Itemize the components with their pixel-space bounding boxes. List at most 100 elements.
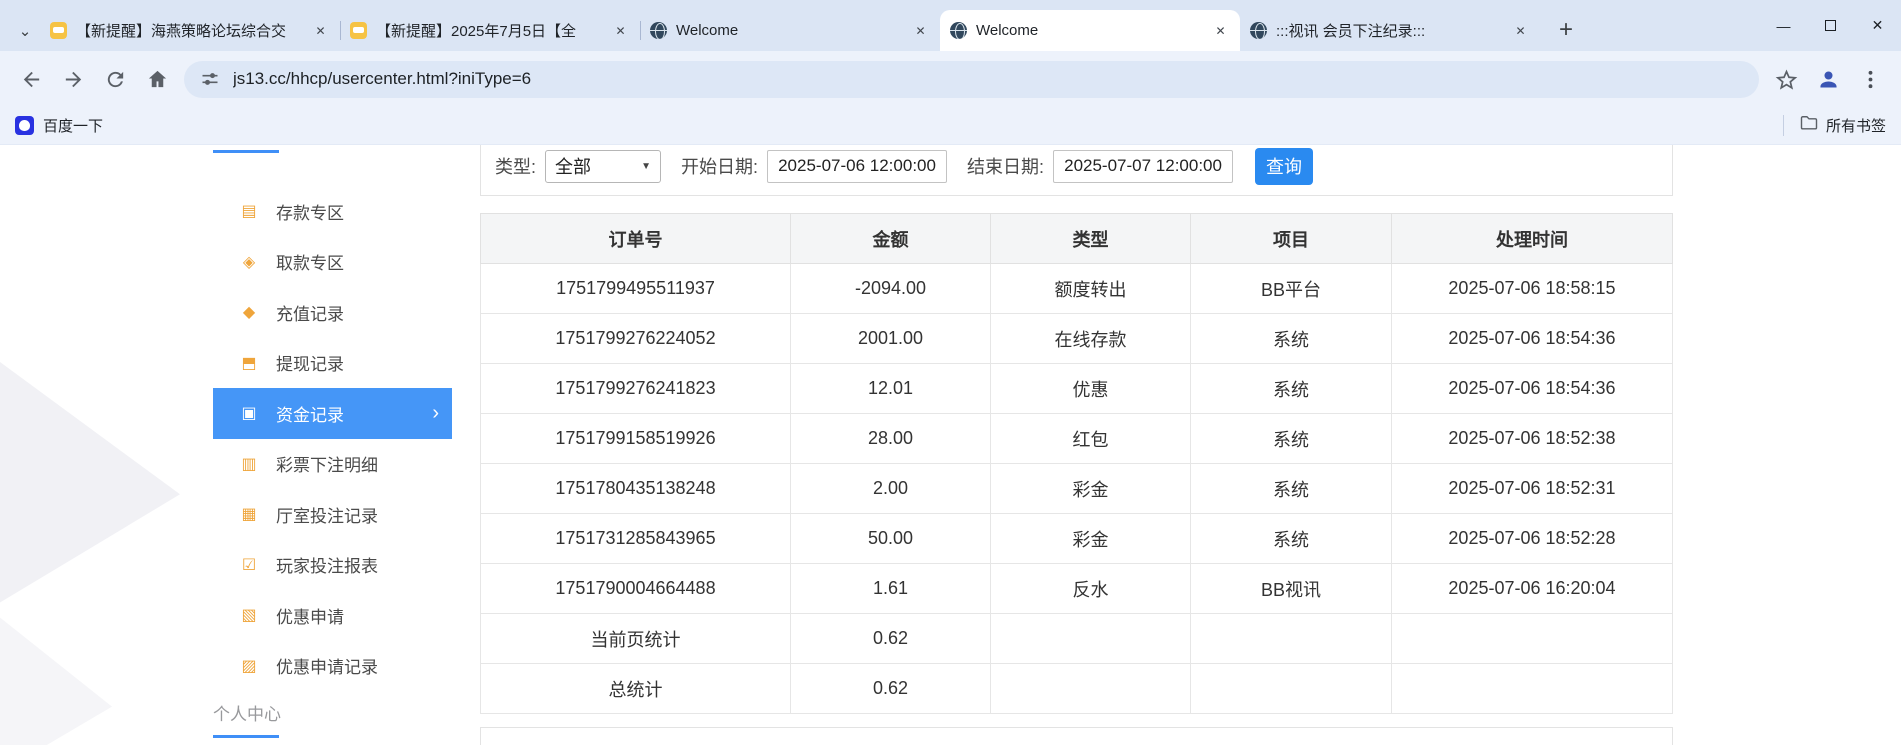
table-cell: 1751731285843965 (480, 513, 791, 564)
tab-close-icon[interactable]: ✕ (1511, 21, 1530, 40)
table-cell: 1751799276224052 (480, 313, 791, 364)
bookmark-star-icon[interactable] (1765, 58, 1807, 100)
tab-search-chevron-icon[interactable]: ⌄ (10, 10, 40, 51)
table-cell: 优惠 (990, 363, 1191, 414)
table-cell: 系统 (1190, 463, 1392, 514)
table-cell: 1751780435138248 (480, 463, 791, 514)
table-cell: 反水 (990, 563, 1191, 614)
start-date-input[interactable] (767, 149, 948, 183)
table-row: 1751799158519926 28.00 红包 系统 2025-07-06 18:5… (480, 413, 1673, 464)
lottery-bet-detail-icon: ▥ (241, 455, 257, 473)
table-cell: 2025-07-06 18:52:28 (1391, 513, 1673, 564)
table-cell: 0.62 (790, 613, 991, 664)
table-row: 1751799495511937 -2094.00 额度转出 BB平台 2025-07-… (480, 263, 1673, 314)
sidebar-item-promo-apply-record[interactable]: ▨ 优惠申请记录 (213, 641, 452, 692)
browser-menu-icon[interactable] (1849, 58, 1891, 100)
maximize-button[interactable] (1807, 0, 1854, 51)
address-bar[interactable]: js13.cc/hhcp/usercenter.html?iniType=6 (184, 60, 1759, 98)
end-date-input[interactable] (1053, 149, 1234, 183)
table-cell: 彩金 (990, 463, 1191, 514)
sidebar-item-label: 玩家投注报表 (276, 557, 378, 577)
chevron-down-icon: ▼ (641, 160, 652, 172)
sidebar-item-recharge-record[interactable]: ◆ 充值记录 (213, 287, 452, 338)
table-cell: 红包 (990, 413, 1191, 464)
personal-center-heading: 个人中心 (213, 705, 281, 724)
site-info-icon[interactable] (200, 69, 220, 89)
table-row: 1751780435138248 2.00 彩金 系统 2025-07-06 18:52… (480, 463, 1673, 514)
chevron-right-icon: › (432, 401, 439, 424)
tabs-container: 【新提醒】海燕策略论坛综合交 ✕ 【新提醒】2025年7月5日【全 ✕ Welcome ✕… (40, 10, 1540, 51)
tab-close-icon[interactable]: ✕ (311, 21, 330, 40)
table-cell (1391, 613, 1673, 664)
tab-title: 【新提醒】2025年7月5日【全 (376, 23, 577, 40)
sidebar-item-label: 取款专区 (276, 254, 344, 274)
start-date-label: 开始日期: (681, 157, 759, 177)
sidebar-item-label: 存款专区 (276, 203, 344, 223)
type-label: 类型: (495, 157, 537, 177)
withdrawal-record-icon: ⬒ (241, 354, 257, 372)
pagination-panel (480, 727, 1673, 745)
tab-close-icon[interactable]: ✕ (611, 21, 630, 40)
browser-tab[interactable]: 【新提醒】海燕策略论坛综合交 ✕ (40, 10, 340, 51)
sidebar-item-promo-apply[interactable]: ▧ 优惠申请 (213, 590, 452, 641)
table-cell: 28.00 (790, 413, 991, 464)
promo-apply-icon: ▧ (241, 607, 257, 625)
table-cell: BB平台 (1190, 263, 1392, 314)
table-cell: 2025-07-06 18:54:36 (1391, 313, 1673, 364)
all-bookmarks-label[interactable]: 所有书签 (1826, 115, 1886, 136)
table-cell: 2025-07-06 18:52:38 (1391, 413, 1673, 464)
browser-tab[interactable]: Welcome ✕ (640, 10, 940, 51)
profile-icon[interactable] (1807, 58, 1849, 100)
sidebar-item-funds-record[interactable]: ▣ 资金记录 › (213, 388, 452, 439)
tab-title: Welcome (676, 22, 739, 39)
table-cell (1190, 613, 1392, 664)
table-cell (990, 613, 1191, 664)
tab-title: :::视讯 会员下注纪录::: (1276, 23, 1426, 40)
globe-favicon (1250, 22, 1267, 39)
table-cell: 总统计 (480, 663, 791, 714)
table-cell: 在线存款 (990, 313, 1191, 364)
tab-close-icon[interactable]: ✕ (911, 21, 930, 40)
sidebar-item-hall-bet-record[interactable]: ▦ 厅室投注记录 (213, 489, 452, 540)
end-date-label: 结束日期: (967, 157, 1045, 177)
browser-tab[interactable]: :::视讯 会员下注纪录::: ✕ (1240, 10, 1540, 51)
table-cell: 0.62 (790, 663, 991, 714)
table-cell: 1.61 (790, 563, 991, 614)
column-header: 项目 (1190, 213, 1392, 264)
table-cell (990, 663, 1191, 714)
table-cell: 2025-07-06 18:52:31 (1391, 463, 1673, 514)
query-button[interactable]: 查询 (1255, 147, 1314, 185)
column-header: 金额 (790, 213, 991, 264)
type-select[interactable]: 全部 ▼ (545, 149, 662, 183)
column-header: 订单号 (480, 213, 791, 264)
sidebar-item-label: 彩票下注明细 (276, 456, 378, 476)
bookmark-baidu[interactable]: 百度一下 (43, 115, 103, 136)
close-button[interactable]: ✕ (1854, 0, 1901, 51)
baidu-favicon (15, 116, 34, 135)
browser-tab[interactable]: Welcome ✕ (940, 10, 1240, 51)
browser-tab[interactable]: 【新提醒】2025年7月5日【全 ✕ (340, 10, 640, 51)
home-icon[interactable] (136, 58, 178, 100)
heading-underline (213, 150, 279, 153)
sidebar-item-lottery-bet-detail[interactable]: ▥ 彩票下注明细 (213, 439, 452, 490)
sidebar-item-withdrawal-record[interactable]: ⬒ 提现记录 (213, 338, 452, 389)
sidebar-item-player-bet-report[interactable]: ☑ 玩家投注报表 (213, 540, 452, 591)
tab-close-icon[interactable]: ✕ (1211, 21, 1230, 40)
table-cell: 1751799158519926 (480, 413, 791, 464)
globe-favicon (650, 22, 667, 39)
chat-favicon (350, 22, 367, 39)
refresh-icon[interactable] (94, 58, 136, 100)
sidebar-item-deposit[interactable]: ▤ 存款专区 (213, 186, 452, 237)
table-cell: 2.00 (790, 463, 991, 514)
new-tab-button[interactable]: + (1548, 12, 1584, 48)
minimize-button[interactable]: — (1760, 0, 1807, 51)
tab-title: 【新提醒】海燕策略论坛综合交 (76, 23, 287, 40)
forward-icon[interactable] (52, 58, 94, 100)
sidebar-item-withdraw[interactable]: ◈ 取款专区 (213, 237, 452, 288)
column-header: 处理时间 (1391, 213, 1673, 264)
back-icon[interactable] (10, 58, 52, 100)
page-content: 财务中心 ▤ 存款专区 ◈ 取款专区 ◆ 充值记录 ⬒ 提现记录 ▣ 资金记录 › ▥ 彩票下注明细 ▦ 厅… (0, 145, 1901, 745)
table-cell: 2025-07-06 16:20:04 (1391, 563, 1673, 614)
funds-record-table: 订单号 金额 类型 项目 处理时间 1751799495511937 -2094.00 额度… (480, 213, 1673, 714)
column-header: 类型 (990, 213, 1191, 264)
